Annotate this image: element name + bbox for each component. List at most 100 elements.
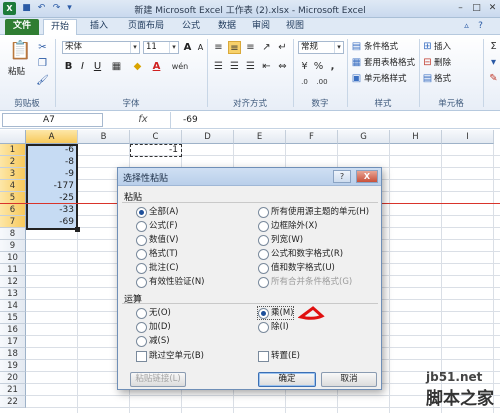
column-header-i[interactable]: I [442, 130, 494, 144]
font-color-icon[interactable]: A [150, 60, 163, 73]
radio-paste-no-borders[interactable]: 边框除外(X) [258, 220, 317, 232]
radio-op-divide[interactable]: 除(I) [258, 321, 289, 333]
shrink-font-icon[interactable]: A [194, 41, 207, 54]
orientation-icon[interactable]: ↗ [260, 41, 273, 54]
border-icon[interactable]: ▦ [110, 60, 123, 73]
row-header-9[interactable]: 9 [0, 240, 26, 252]
font-name-combo[interactable]: 宋体 ▾ [62, 41, 140, 54]
row-header-12[interactable]: 12 [0, 276, 26, 288]
row-header-13[interactable]: 13 [0, 288, 26, 300]
align-right-icon[interactable]: ☰ [244, 60, 257, 73]
number-format-combo[interactable]: 常规 ▾ [298, 41, 344, 54]
close-window-icon[interactable]: ✕ [486, 2, 499, 15]
cut-icon[interactable]: ✂ [36, 41, 49, 54]
phonetic-icon[interactable]: wén [170, 60, 190, 73]
row-header-19[interactable]: 19 [0, 360, 26, 372]
radio-paste-merge-conditional[interactable]: 所有合并条件格式(G) [258, 276, 352, 288]
fill-color-icon[interactable]: ◆ [131, 60, 144, 73]
conditional-format-button[interactable]: 条件格式 [364, 40, 398, 54]
cell-c1-copy-marquee[interactable]: -1 [130, 144, 182, 157]
formula-input[interactable]: -69 [170, 112, 500, 128]
column-header-g[interactable]: G [338, 130, 390, 144]
row-header-14[interactable]: 14 [0, 300, 26, 312]
help-button[interactable]: ? [333, 170, 351, 183]
row-header-3[interactable]: 3 [0, 168, 26, 180]
tab-insert[interactable]: 插入 [82, 19, 116, 35]
align-left-icon[interactable]: ☰ [212, 60, 225, 73]
insert-function-icon[interactable]: fx [128, 113, 158, 127]
checkbox-transpose[interactable]: 转置(E) [258, 350, 300, 362]
checkbox-skip-blanks[interactable]: 跳过空单元(B) [136, 350, 204, 362]
row-header-11[interactable]: 11 [0, 264, 26, 276]
decrease-decimal-icon[interactable]: .00 [314, 76, 330, 89]
radio-op-none[interactable]: 无(O) [136, 307, 171, 319]
radio-paste-values[interactable]: 数值(V) [136, 234, 178, 246]
select-all-corner[interactable] [0, 130, 26, 144]
name-box[interactable]: A7 [2, 113, 103, 127]
tab-review[interactable]: 审阅 [246, 19, 276, 35]
row-header-2[interactable]: 2 [0, 156, 26, 168]
percent-icon[interactable]: % [312, 60, 325, 73]
grow-font-icon[interactable]: A [181, 41, 194, 54]
radio-op-subtract[interactable]: 减(S) [136, 335, 170, 347]
clear-icon[interactable]: ✎ [487, 72, 500, 85]
row-header-7[interactable]: 7 [0, 216, 26, 228]
format-cells-button[interactable]: 格式 [434, 72, 451, 86]
column-header-b[interactable]: B [78, 130, 130, 144]
format-as-table-button[interactable]: 套用表格格式 [364, 56, 415, 70]
ribbon-collapse-icon[interactable]: ▵ [460, 20, 473, 33]
radio-paste-validation[interactable]: 有效性验证(N) [136, 276, 205, 288]
increase-decimal-icon[interactable]: .0 [298, 76, 311, 89]
font-size-combo[interactable]: 11 ▾ [143, 41, 179, 54]
italic-icon[interactable]: I [76, 60, 89, 73]
maximize-icon[interactable]: □ [470, 2, 483, 15]
radio-paste-formulas[interactable]: 公式(F) [136, 220, 178, 232]
help-icon[interactable]: ? [474, 20, 487, 33]
row-header-8[interactable]: 8 [0, 228, 26, 240]
cancel-button[interactable]: 取消 [321, 372, 377, 387]
paste-link-button[interactable]: 粘贴链接(L) [130, 372, 186, 387]
format-painter-icon[interactable]: 🖌 [36, 74, 49, 87]
tab-file[interactable]: 文件 [5, 19, 39, 35]
column-header-c[interactable]: C [130, 130, 182, 144]
radio-paste-column-widths[interactable]: 列宽(W) [258, 234, 303, 246]
radio-paste-formats[interactable]: 格式(T) [136, 248, 178, 260]
paste-button[interactable]: 粘贴 [8, 65, 25, 79]
underline-icon[interactable]: U [91, 60, 104, 73]
radio-paste-formulas-numbers[interactable]: 公式和数字格式(R) [258, 248, 343, 260]
radio-op-add[interactable]: 加(D) [136, 321, 171, 333]
row-header-6[interactable]: 6 [0, 204, 26, 216]
delete-cells-button[interactable]: 删除 [434, 56, 451, 70]
align-middle-icon[interactable]: ≡ [228, 41, 241, 54]
cell-styles-button[interactable]: 单元格样式 [364, 72, 407, 86]
tab-view[interactable]: 视图 [280, 19, 310, 35]
radio-paste-values-numbers[interactable]: 值和数字格式(U) [258, 262, 335, 274]
align-top-icon[interactable]: ≡ [212, 41, 225, 54]
tab-formulas[interactable]: 公式 [176, 19, 206, 35]
comma-style-icon[interactable]: , [326, 60, 339, 73]
row-header-18[interactable]: 18 [0, 348, 26, 360]
ok-button[interactable]: 确定 [258, 372, 316, 387]
align-center-icon[interactable]: ☰ [228, 60, 241, 73]
autosum-icon[interactable]: Σ [487, 40, 500, 53]
tab-home[interactable]: 开始 [43, 19, 77, 35]
bold-icon[interactable]: B [62, 60, 75, 73]
tab-data[interactable]: 数据 [212, 19, 242, 35]
wrap-text-icon[interactable]: ↵ [276, 41, 289, 54]
row-header-1[interactable]: 1 [0, 144, 26, 156]
align-bottom-icon[interactable]: ≡ [244, 41, 257, 54]
dialog-close-button[interactable]: X [356, 170, 378, 183]
tab-page-layout[interactable]: 页面布局 [120, 19, 172, 35]
radio-paste-source-theme[interactable]: 所有使用源主题的单元(H) [258, 206, 369, 218]
row-header-20[interactable]: 20 [0, 372, 26, 384]
decrease-indent-icon[interactable]: ⇤ [260, 60, 273, 73]
currency-icon[interactable]: ¥ [298, 60, 311, 73]
row-header-22[interactable]: 22 [0, 396, 26, 408]
paste-icon[interactable]: 📋 [9, 40, 31, 62]
copy-icon[interactable]: ❐ [36, 57, 49, 70]
column-header-d[interactable]: D [182, 130, 234, 144]
column-header-h[interactable]: H [390, 130, 442, 144]
insert-cells-button[interactable]: 插入 [434, 40, 451, 54]
column-header-e[interactable]: E [234, 130, 286, 144]
column-header-a[interactable]: A [26, 130, 78, 144]
